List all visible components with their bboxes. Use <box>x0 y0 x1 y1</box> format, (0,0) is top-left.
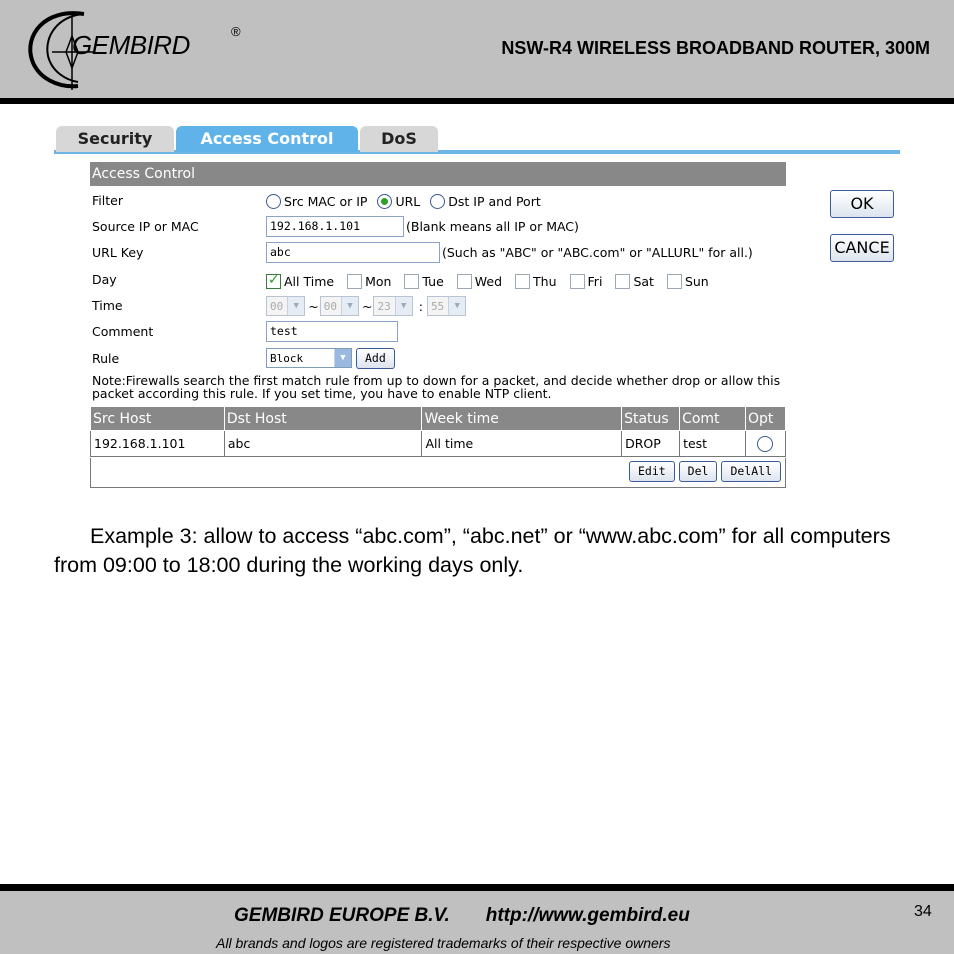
firewall-note: Note:Firewalls search the first match ru… <box>92 373 781 401</box>
url-key-input[interactable]: abc <box>266 241 440 263</box>
document-title: NSW-R4 WIRELESS BROADBAND ROUTER, 300M <box>501 38 930 58</box>
cell-src-host: 192.168.1.101 <box>90 430 225 457</box>
comment-row: test <box>266 320 400 342</box>
end-minute-select[interactable]: 55 ▼ <box>426 296 467 316</box>
day-thu[interactable]: Thu <box>515 273 557 289</box>
day-sun[interactable]: Sun <box>666 273 709 289</box>
chevron-down-icon: ▼ <box>340 297 358 315</box>
time-range-separator: ~ <box>308 298 319 314</box>
brand-name: GEMBIRD <box>72 30 190 60</box>
source-ip-label: Source IP or MAC <box>92 219 199 234</box>
end-hour-select[interactable]: 23 ▼ <box>373 296 413 316</box>
radio-src-mac[interactable] <box>266 193 281 209</box>
time-range-separator: ~ <box>361 298 373 314</box>
table-actions: Edit Del DelAll <box>90 458 786 488</box>
source-ip-input[interactable]: 192.168.1.101 <box>266 215 404 237</box>
day-mon[interactable]: Mon <box>347 273 391 289</box>
time-label: Time <box>92 298 123 313</box>
tab-security[interactable]: Security <box>56 126 174 152</box>
add-rule-button[interactable]: Add <box>356 347 395 369</box>
cell-status: DROP <box>621 430 681 457</box>
source-ip-hint: (Blank means all IP or MAC) <box>406 218 579 234</box>
chevron-down-icon: ▼ <box>448 297 466 315</box>
example-text: Example 3: allow to access “abc.com”, “a… <box>54 524 891 577</box>
ok-button[interactable]: OK <box>830 190 894 218</box>
col-src-host: Src Host <box>90 406 225 431</box>
radio-dst-ip[interactable] <box>430 193 446 209</box>
tab-bar: Security Access Control DoS <box>54 124 900 154</box>
tab-dos[interactable]: DoS <box>360 126 438 152</box>
rule-select[interactable]: Block ▼ <box>266 348 352 368</box>
checkbox-thu[interactable] <box>515 273 531 289</box>
checkbox-mon[interactable] <box>347 273 363 289</box>
filter-option-dst-ip[interactable]: Dst IP and Port <box>430 193 541 209</box>
comment-input[interactable]: test <box>266 320 398 342</box>
panel-title: Access Control <box>90 162 786 186</box>
footer-url: http://www.gembird.eu <box>485 905 690 926</box>
cell-dst-host: abc <box>223 430 423 457</box>
time-selects: 00 ▼ ~ 00 ▼ ~ 23 ▼ : 55 ▼ <box>266 295 468 317</box>
footer-disclaimer: All brands and logos are registered trad… <box>216 935 671 951</box>
delete-all-button[interactable]: DelAll <box>721 461 781 482</box>
day-wed[interactable]: Wed <box>456 273 502 289</box>
checkbox-fri[interactable] <box>569 273 585 289</box>
checkbox-all-time[interactable] <box>266 272 281 289</box>
filter-option-src-mac[interactable]: Src MAC or IP <box>266 193 367 209</box>
url-key-hint: (Such as "ABC" or "ABC.com" or "ALLURL" … <box>442 244 753 260</box>
cell-week-time: All time <box>421 430 623 457</box>
footer-company: GEMBIRD EUROPE B.V. <box>234 905 450 926</box>
checkbox-wed[interactable] <box>456 273 472 289</box>
col-comt: Comt <box>679 406 746 431</box>
cancel-button[interactable]: CANCE <box>830 234 894 262</box>
url-key-label: URL Key <box>92 245 144 260</box>
time-colon-separator: : <box>418 298 423 314</box>
source-ip-row: 192.168.1.101 (Blank means all IP or MAC… <box>266 215 579 237</box>
day-tue[interactable]: Tue <box>404 273 444 289</box>
filter-options: Src MAC or IP URL Dst IP and Port <box>266 190 551 212</box>
edit-button[interactable]: Edit <box>628 461 675 482</box>
url-key-row: abc (Such as "ABC" or "ABC.com" or "ALLU… <box>266 241 753 263</box>
day-all-time[interactable]: All Time <box>266 272 334 289</box>
rule-row: Block ▼ Add <box>266 347 395 369</box>
chevron-down-icon: ▼ <box>287 297 305 315</box>
col-status: Status <box>621 406 681 431</box>
registered-mark: ® <box>231 24 241 39</box>
day-label: Day <box>92 272 117 287</box>
row-select-radio[interactable] <box>757 435 774 452</box>
day-fri[interactable]: Fri <box>569 273 602 289</box>
tab-access-control[interactable]: Access Control <box>176 126 358 152</box>
start-hour-select[interactable]: 00 ▼ <box>266 296 306 316</box>
checkbox-sat[interactable] <box>615 273 631 289</box>
cell-comt: test <box>679 430 746 457</box>
col-week-time: Week time <box>421 406 623 431</box>
rules-table: Src Host Dst Host Week time Status Comt … <box>90 406 787 457</box>
radio-url[interactable] <box>377 193 393 209</box>
delete-button[interactable]: Del <box>678 461 718 482</box>
example-paragraph: Example 3: allow to access “abc.com”, “a… <box>54 522 904 580</box>
router-screenshot: Security Access Control DoS Access Contr… <box>54 124 900 494</box>
day-options: All Time Mon Tue Wed Thu Fri Sat Sun <box>266 270 722 292</box>
filter-label: Filter <box>92 193 123 208</box>
col-opt: Opt <box>744 406 787 431</box>
comment-label: Comment <box>92 324 154 339</box>
chevron-down-icon: ▼ <box>334 349 351 367</box>
page-number: 34 <box>914 903 932 920</box>
start-minute-select[interactable]: 00 ▼ <box>319 296 359 316</box>
col-dst-host: Dst Host <box>223 406 423 431</box>
page-header: GEMBIRD ® NSW-R4 WIRELESS BROADBAND ROUT… <box>0 0 954 104</box>
cell-opt <box>744 430 787 457</box>
rule-label: Rule <box>92 351 120 366</box>
filter-option-url[interactable]: URL <box>377 193 420 209</box>
checkbox-tue[interactable] <box>404 273 420 289</box>
chevron-down-icon: ▼ <box>394 297 412 315</box>
footer-company-line: GEMBIRD EUROPE B.V. http://www.gembird.eu <box>234 905 690 927</box>
checkbox-sun[interactable] <box>666 273 682 289</box>
day-sat[interactable]: Sat <box>615 273 654 289</box>
table-row: 192.168.1.101 abc All time DROP test <box>90 430 787 457</box>
table-header-row: Src Host Dst Host Week time Status Comt … <box>90 406 787 431</box>
page-footer: GEMBIRD EUROPE B.V. http://www.gembird.eu… <box>0 884 954 954</box>
